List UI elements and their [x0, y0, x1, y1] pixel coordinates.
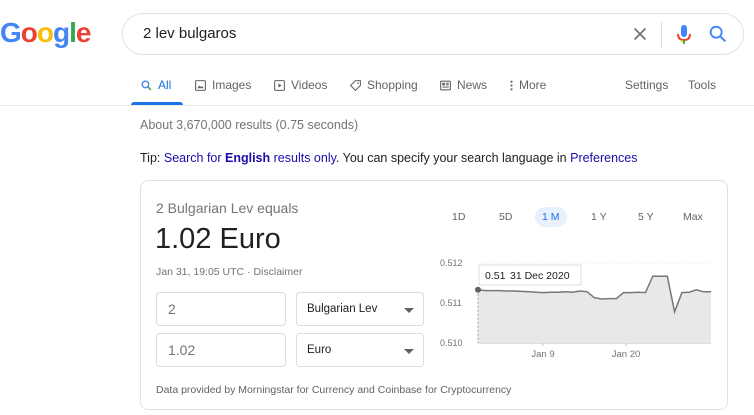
from-currency-value: Bulgarian Lev — [307, 303, 378, 315]
tab-label: More — [519, 78, 547, 92]
tooltip-date: 31 Dec 2020 — [510, 270, 570, 282]
tab-label: Tools — [688, 78, 717, 92]
range-5y[interactable]: 5 Y — [638, 211, 654, 223]
tab-label: Shopping — [367, 78, 418, 92]
logo-letter: e — [75, 17, 92, 48]
hover-point — [475, 286, 481, 293]
tab-videos[interactable]: Videos — [273, 78, 327, 92]
play-icon — [274, 79, 285, 91]
search-divider — [661, 22, 662, 48]
tab-shopping[interactable]: Shopping — [349, 78, 418, 92]
search-icon — [141, 79, 152, 90]
timestamp-disclaimer[interactable]: Jan 31, 19:05 UTC · Disclaimer — [156, 266, 302, 278]
tip-middle: . You can specify your search language i… — [335, 151, 571, 165]
data-provider-note: Data provided by Morningstar for Currenc… — [156, 384, 512, 396]
tooltip-value: 0.51 — [485, 270, 506, 282]
to-currency-select[interactable]: Euro — [296, 333, 424, 367]
to-amount-input[interactable]: 1.02 — [156, 333, 286, 367]
tag-icon — [349, 79, 361, 91]
currency-converter-card: 2 Bulgarian Lev equals 1.02 Euro Jan 31,… — [140, 180, 728, 410]
preferences-link[interactable]: Preferences — [570, 151, 637, 165]
dropdown-arrow-icon — [404, 308, 414, 313]
to-currency-value: Euro — [307, 344, 332, 356]
tab-settings[interactable]: Settings — [625, 78, 668, 92]
y-tick-label: 0.511 — [440, 298, 462, 308]
more-vertical-icon — [510, 80, 513, 90]
conversion-result: 1.02 Euro — [155, 223, 281, 255]
equals-label: 2 Bulgarian Lev equals — [156, 200, 299, 216]
tip-link-text-2: results only — [270, 151, 336, 165]
tip-prefix: Tip: — [140, 151, 164, 165]
logo-letter: g — [53, 17, 70, 48]
y-tick-label: 0.510 — [440, 338, 463, 348]
tip-link-text: Search for — [163, 151, 225, 165]
logo-letter: o — [20, 17, 38, 48]
microphone-icon[interactable] — [675, 23, 693, 47]
english-results-link[interactable]: Search for English results only — [164, 151, 336, 165]
from-currency-select[interactable]: Bulgarian Lev — [296, 292, 424, 326]
search-box[interactable]: 2 lev bulgaros — [122, 13, 744, 55]
tab-images[interactable]: Images — [194, 78, 251, 92]
tab-label: News — [457, 78, 488, 92]
image-icon — [195, 79, 206, 91]
search-input[interactable]: 2 lev bulgaros — [143, 25, 236, 42]
range-1d[interactable]: 1D — [452, 211, 465, 223]
tab-label: Settings — [625, 78, 669, 92]
logo-letter: G — [0, 17, 22, 48]
x-tick-label: Jan 20 — [612, 349, 641, 360]
tab-label: Images — [212, 78, 252, 92]
x-tick-label: Jan 9 — [531, 349, 554, 360]
tab-label: Videos — [291, 78, 328, 92]
tip-link-bold: English — [225, 151, 271, 165]
logo-letter: l — [69, 17, 77, 48]
google-logo[interactable]: Google — [0, 17, 92, 49]
search-icon[interactable] — [707, 23, 729, 45]
range-5d[interactable]: 5D — [499, 211, 512, 223]
tab-label: All — [158, 78, 172, 92]
tab-tools[interactable]: Tools — [688, 78, 716, 92]
range-1y[interactable]: 1 Y — [591, 211, 607, 223]
logo-letter: o — [36, 17, 54, 48]
language-tip: Tip: Search for English results only. Yo… — [140, 151, 638, 165]
range-1m[interactable]: 1 M — [535, 207, 567, 227]
active-tab-indicator — [131, 102, 183, 105]
y-tick-label: 0.512 — [440, 258, 463, 268]
range-max[interactable]: Max — [683, 211, 703, 223]
dropdown-arrow-icon — [404, 349, 414, 354]
tab-news[interactable]: News — [439, 78, 487, 92]
exchange-rate-chart[interactable]: 0.512 0.511 0.510 0.51 31 Dec 2020 Jan 9 Jan 2… — [436, 253, 716, 368]
close-icon[interactable] — [629, 23, 651, 45]
from-amount-input[interactable]: 2 — [156, 292, 286, 326]
newspaper-icon — [440, 80, 451, 90]
tab-more[interactable]: More — [509, 78, 546, 92]
tab-all[interactable]: All — [140, 78, 171, 92]
result-stats: About 3,670,000 results (0.75 seconds) — [140, 118, 359, 132]
search-tabs: All Images Videos Shopping News More Set… — [0, 72, 754, 106]
